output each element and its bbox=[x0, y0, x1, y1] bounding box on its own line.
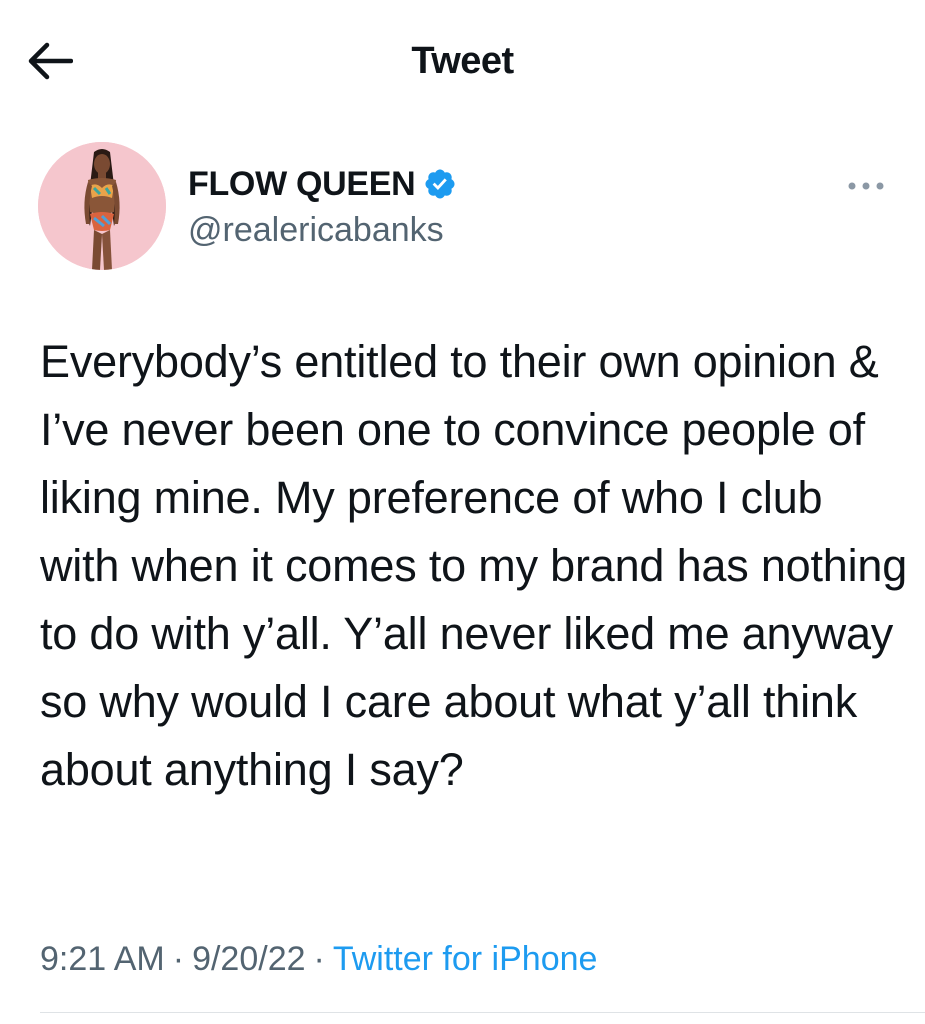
display-name-row[interactable]: FLOW QUEEN bbox=[188, 164, 457, 204]
meta-separator: · bbox=[172, 940, 185, 978]
tweet-text: Everybody’s entitled to their own opinio… bbox=[40, 336, 908, 795]
tweet-metadata: 9:21 AM · 9/20/22 · Twitter for iPhone bbox=[40, 936, 597, 982]
tweet-author: FLOW QUEEN @realericabanks bbox=[38, 142, 888, 274]
meta-separator: · bbox=[313, 940, 325, 978]
divider bbox=[40, 1012, 925, 1013]
tweet-source-link[interactable]: Twitter for iPhone bbox=[333, 940, 598, 978]
page-title: Tweet bbox=[411, 40, 514, 82]
tweet-time[interactable]: 9:21 AM bbox=[40, 940, 165, 978]
display-name: FLOW QUEEN bbox=[188, 165, 416, 203]
more-horizontal-icon bbox=[848, 182, 884, 190]
more-options-button[interactable] bbox=[844, 174, 888, 198]
avatar[interactable] bbox=[38, 142, 166, 270]
user-handle[interactable]: @realericabanks bbox=[188, 210, 444, 250]
top-bar: Tweet bbox=[0, 0, 925, 120]
tweet-date[interactable]: 9/20/22 bbox=[192, 940, 305, 978]
avatar-photo bbox=[38, 142, 166, 270]
verified-badge-icon bbox=[425, 169, 455, 199]
